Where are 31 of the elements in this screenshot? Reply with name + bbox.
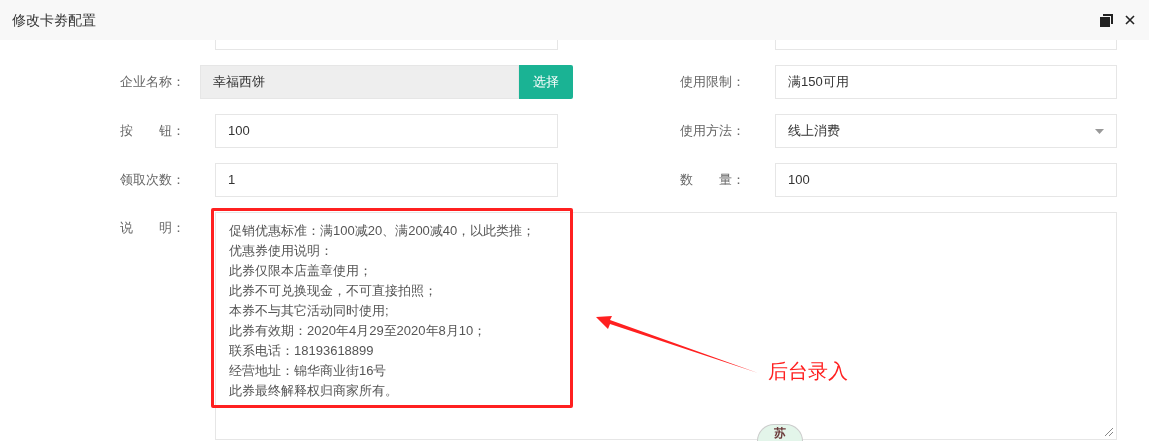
description-line: 此券不可兑换现金，不可直接拍照； bbox=[229, 282, 437, 300]
input-field[interactable]: 满150可用 bbox=[775, 65, 1117, 99]
description-line: 此券有效期：2020年4月29至2020年8月10； bbox=[229, 322, 487, 340]
input-field[interactable]: 100 bbox=[775, 163, 1117, 197]
input-field[interactable]: 幸福西饼 bbox=[200, 65, 519, 99]
field-label: 使用限制： bbox=[680, 73, 746, 92]
description-line: 经营地址：锦华商业街16号 bbox=[229, 362, 387, 380]
window-title: 修改卡劵配置 bbox=[12, 10, 96, 30]
description-line: 本券不与其它活动同时使用; bbox=[229, 302, 389, 320]
field-label: 说 明： bbox=[120, 219, 186, 237]
input-field[interactable]: 1 bbox=[215, 163, 558, 197]
field-label: 领取次数： bbox=[120, 171, 186, 190]
description-line: 促销优惠标准：满100减20、满200减40，以此类推； bbox=[229, 222, 536, 240]
restore-icon[interactable] bbox=[1100, 13, 1113, 27]
select-field[interactable]: 线上消费 bbox=[775, 114, 1117, 148]
field-label: 数 量： bbox=[680, 171, 746, 190]
input-field[interactable] bbox=[215, 40, 558, 50]
caret-icon bbox=[1095, 128, 1104, 134]
annotation-text: 后台录入 bbox=[768, 359, 848, 384]
input-field[interactable] bbox=[775, 40, 1117, 50]
input-field[interactable]: 100 bbox=[215, 114, 558, 148]
description-line: 此券最终解释权归商家所有。 bbox=[229, 382, 398, 400]
description-line: 此券仅限本店盖章使用； bbox=[229, 262, 372, 280]
description-line: 联系电话：18193618899 bbox=[229, 342, 374, 360]
resize-handle-icon[interactable] bbox=[1104, 427, 1114, 437]
close-icon[interactable] bbox=[1125, 15, 1135, 25]
field-label: 使用方法： bbox=[680, 122, 746, 141]
field-label: 按 钮： bbox=[120, 122, 186, 141]
field-label: 企业名称： bbox=[120, 73, 186, 92]
description-line: 优惠券使用说明： bbox=[229, 242, 333, 260]
badge-text: 苏 bbox=[774, 426, 786, 441]
